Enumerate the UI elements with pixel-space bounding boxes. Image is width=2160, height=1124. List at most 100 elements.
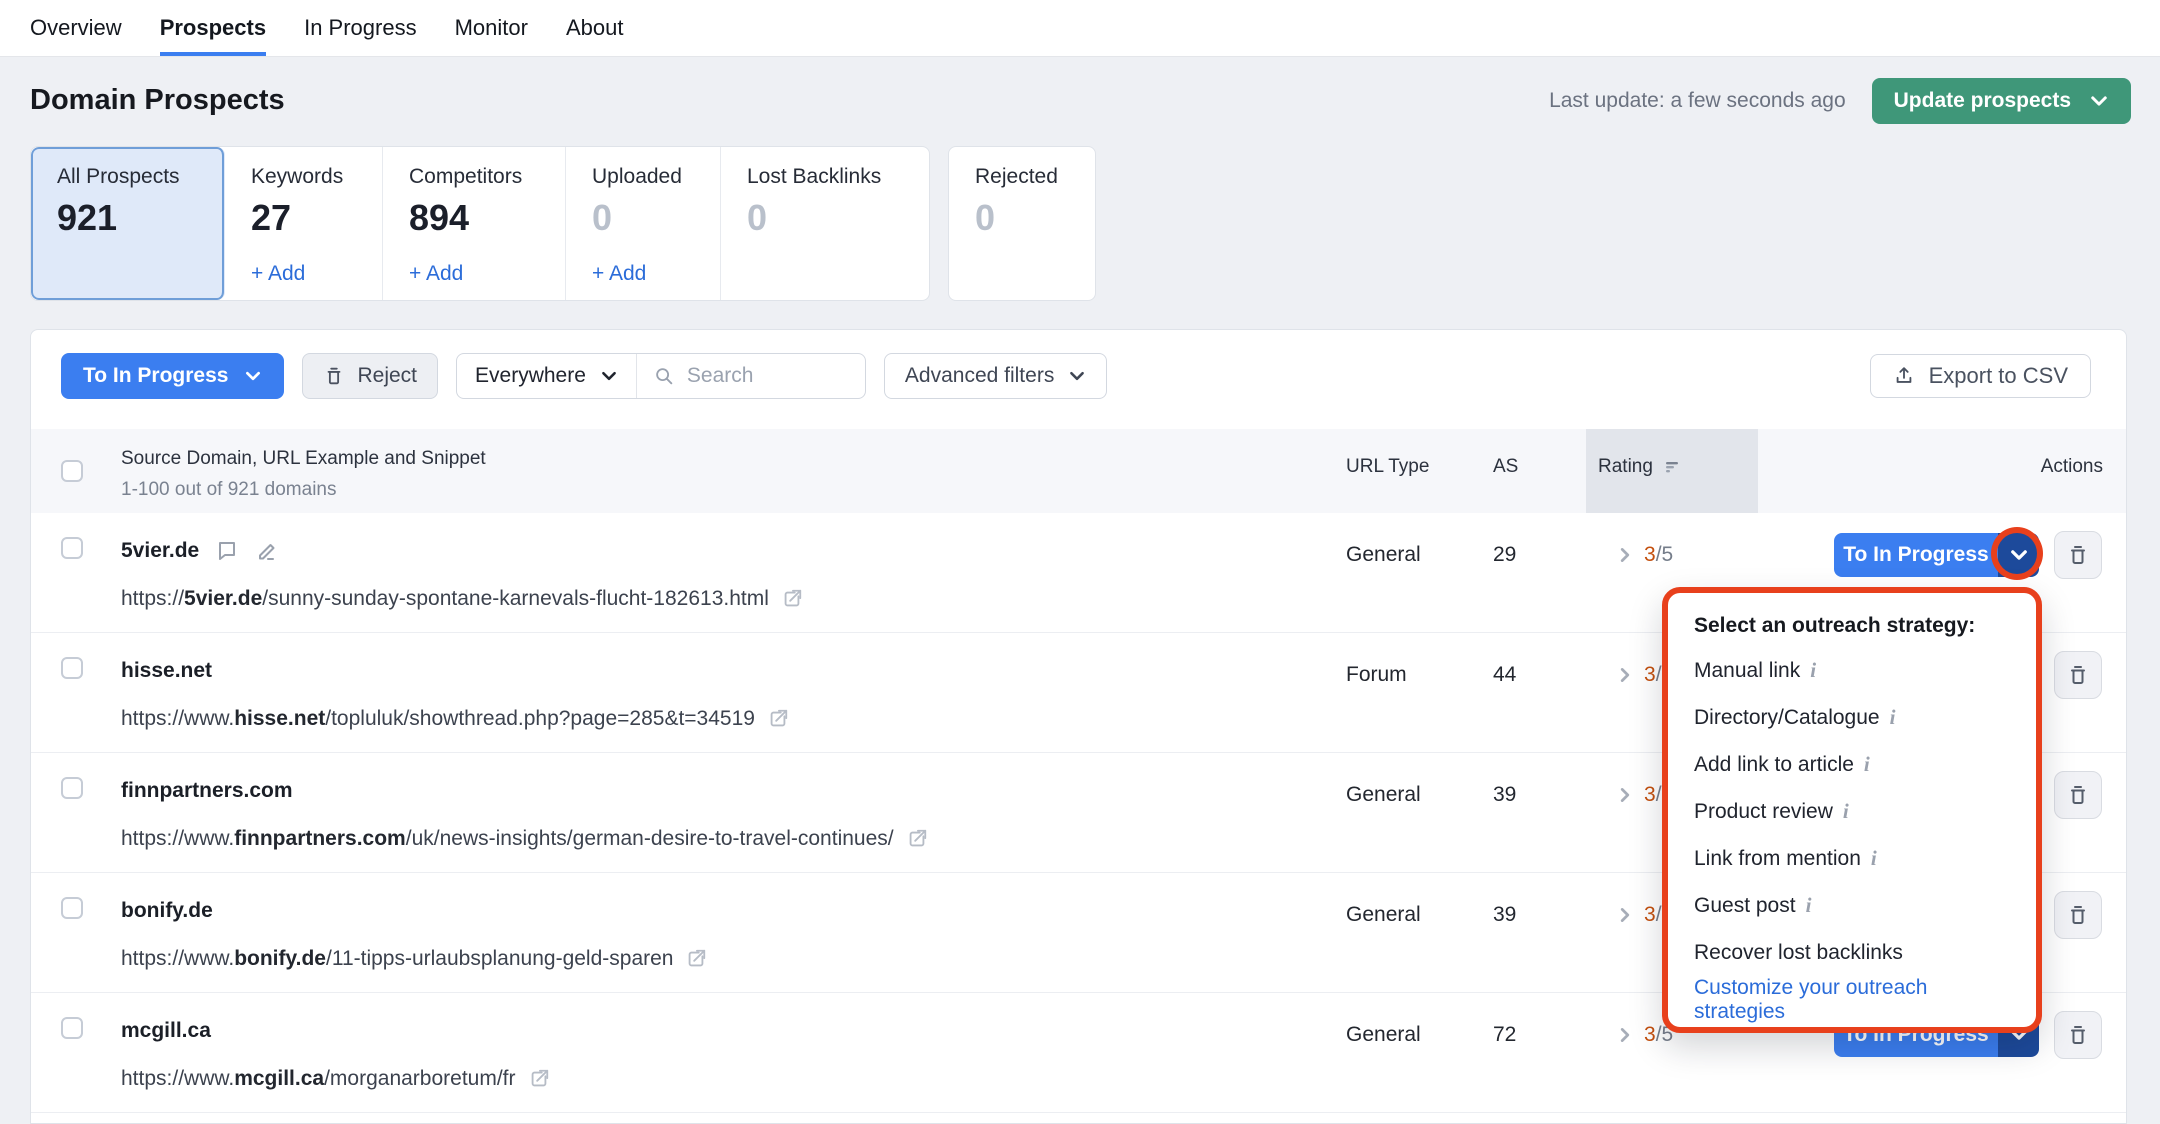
advanced-filters-button[interactable]: Advanced filters bbox=[884, 353, 1107, 399]
row-checkbox[interactable] bbox=[61, 1017, 83, 1039]
card-label: Rejected bbox=[975, 165, 1095, 189]
chevron-down-icon bbox=[1068, 367, 1086, 385]
info-icon[interactable]: i bbox=[1806, 893, 1812, 918]
row-as: 44 bbox=[1493, 663, 1516, 687]
row-delete-button[interactable] bbox=[2054, 1011, 2102, 1059]
strategy-manual-link[interactable]: Manual linki bbox=[1694, 647, 2010, 694]
nav-tab-overview[interactable]: Overview bbox=[30, 0, 122, 56]
row-to-in-progress-label[interactable]: To In Progress bbox=[1834, 533, 1998, 577]
external-link-icon[interactable] bbox=[906, 828, 928, 850]
card-keywords[interactable]: Keywords 27 + Add bbox=[225, 147, 383, 300]
card-uploaded[interactable]: Uploaded 0 + Add bbox=[566, 147, 721, 300]
advanced-filters-label: Advanced filters bbox=[905, 364, 1054, 388]
row-url-type: General bbox=[1346, 543, 1421, 567]
update-prospects-button[interactable]: Update prospects bbox=[1872, 78, 2131, 124]
row-url: https://www.mcgill.ca/morganarboretum/fr bbox=[121, 1067, 550, 1091]
row-domain: bonify.de bbox=[121, 899, 213, 923]
card-rejected[interactable]: Rejected 0 bbox=[948, 146, 1096, 301]
strategy-link-from-mention[interactable]: Link from mentioni bbox=[1694, 835, 2010, 882]
export-to-csv-button[interactable]: Export to CSV bbox=[1870, 354, 2091, 398]
card-label: All Prospects bbox=[57, 165, 224, 189]
nav-tab-about[interactable]: About bbox=[566, 0, 624, 56]
info-icon[interactable]: i bbox=[1864, 752, 1870, 777]
external-link-icon[interactable] bbox=[528, 1068, 550, 1090]
row-delete-button[interactable] bbox=[2054, 531, 2102, 579]
card-label: Uploaded bbox=[592, 165, 720, 189]
sort-descending-icon bbox=[1663, 458, 1681, 476]
row-as: 72 bbox=[1493, 1023, 1516, 1047]
chevron-right-icon[interactable] bbox=[1616, 1026, 1634, 1044]
card-all-prospects[interactable]: All Prospects 921 bbox=[31, 147, 225, 300]
add-uploaded-link[interactable]: + Add bbox=[592, 262, 720, 286]
column-rating-sort[interactable]: Rating bbox=[1598, 456, 1681, 478]
chevron-right-icon[interactable] bbox=[1616, 546, 1634, 564]
strategy-guest-post[interactable]: Guest posti bbox=[1694, 882, 2010, 929]
row-delete-button[interactable] bbox=[2054, 771, 2102, 819]
row-url-type: General bbox=[1346, 783, 1421, 807]
add-competitors-link[interactable]: + Add bbox=[409, 262, 565, 286]
card-count: 0 bbox=[592, 197, 720, 239]
row-to-in-progress-button[interactable]: To In Progress bbox=[1834, 533, 2039, 577]
row-domain: finnpartners.com bbox=[121, 779, 293, 803]
to-in-progress-label: To In Progress bbox=[83, 364, 228, 388]
strategy-add-link-to-article[interactable]: Add link to articlei bbox=[1694, 741, 2010, 788]
select-all-checkbox[interactable] bbox=[61, 460, 83, 482]
to-in-progress-bulk-button[interactable]: To In Progress bbox=[61, 353, 284, 399]
nav-tab-prospects[interactable]: Prospects bbox=[160, 0, 266, 56]
column-as: AS bbox=[1493, 456, 1518, 478]
strategy-recover-lost-backlinks[interactable]: Recover lost backlinks bbox=[1694, 929, 2010, 976]
search-box bbox=[637, 354, 865, 398]
row-url-type: General bbox=[1346, 903, 1421, 927]
row-checkbox[interactable] bbox=[61, 777, 83, 799]
row-url: https://www.hisse.net/topluluk/showthrea… bbox=[121, 707, 789, 731]
external-link-icon[interactable] bbox=[685, 948, 707, 970]
row-to-in-progress-caret[interactable] bbox=[1998, 533, 2039, 577]
chevron-right-icon[interactable] bbox=[1616, 906, 1634, 924]
customize-strategies-link[interactable]: Customize your outreach strategies bbox=[1694, 976, 2010, 1023]
chevron-down-icon bbox=[600, 367, 618, 385]
last-update-text: Last update: a few seconds ago bbox=[1549, 89, 1846, 113]
chevron-down-icon bbox=[2089, 91, 2109, 111]
row-checkbox[interactable] bbox=[61, 897, 83, 919]
add-keywords-link[interactable]: + Add bbox=[251, 262, 382, 286]
chevron-down-icon bbox=[244, 367, 262, 385]
edit-pencil-icon[interactable] bbox=[255, 539, 279, 563]
column-actions: Actions bbox=[2041, 456, 2103, 478]
row-delete-button[interactable] bbox=[2054, 651, 2102, 699]
row-delete-button[interactable] bbox=[2054, 891, 2102, 939]
reject-label: Reject bbox=[357, 364, 417, 388]
info-icon[interactable]: i bbox=[1871, 846, 1877, 871]
column-url-type: URL Type bbox=[1346, 456, 1429, 478]
nav-tab-in-progress[interactable]: In Progress bbox=[304, 0, 417, 56]
scope-select[interactable]: Everywhere bbox=[457, 354, 637, 398]
row-url-type: Forum bbox=[1346, 663, 1407, 687]
card-count: 27 bbox=[251, 197, 382, 239]
row-domain: 5vier.de bbox=[121, 539, 199, 563]
external-link-icon[interactable] bbox=[767, 708, 789, 730]
row-as: 39 bbox=[1493, 903, 1516, 927]
scope-value: Everywhere bbox=[475, 364, 586, 388]
card-competitors[interactable]: Competitors 894 + Add bbox=[383, 147, 566, 300]
external-link-icon[interactable] bbox=[781, 588, 803, 610]
info-icon[interactable]: i bbox=[1810, 658, 1816, 683]
reject-button[interactable]: Reject bbox=[302, 353, 438, 399]
strategy-product-review[interactable]: Product reviewi bbox=[1694, 788, 2010, 835]
nav-tab-monitor[interactable]: Monitor bbox=[455, 0, 528, 56]
info-icon[interactable]: i bbox=[1843, 799, 1849, 824]
chevron-right-icon[interactable] bbox=[1616, 786, 1634, 804]
card-label: Competitors bbox=[409, 165, 565, 189]
outreach-strategy-dropdown: Select an outreach strategy: Manual link… bbox=[1662, 587, 2042, 1033]
row-checkbox[interactable] bbox=[61, 657, 83, 679]
chevron-right-icon[interactable] bbox=[1616, 666, 1634, 684]
row-url: https://www.finnpartners.com/uk/news-ins… bbox=[121, 827, 928, 851]
comment-icon[interactable] bbox=[215, 539, 239, 563]
info-icon[interactable]: i bbox=[1890, 705, 1896, 730]
strategy-directory-catalogue[interactable]: Directory/Cataloguei bbox=[1694, 694, 2010, 741]
row-checkbox[interactable] bbox=[61, 537, 83, 559]
search-input[interactable] bbox=[685, 363, 839, 389]
row-url: https://5vier.de/sunny-sunday-spontane-k… bbox=[121, 587, 803, 611]
row-rating: 3/5 bbox=[1616, 1023, 1673, 1047]
search-scope-control: Everywhere bbox=[456, 353, 866, 399]
card-lost-backlinks[interactable]: Lost Backlinks 0 bbox=[721, 147, 929, 300]
top-nav: Overview Prospects In Progress Monitor A… bbox=[0, 0, 2160, 57]
